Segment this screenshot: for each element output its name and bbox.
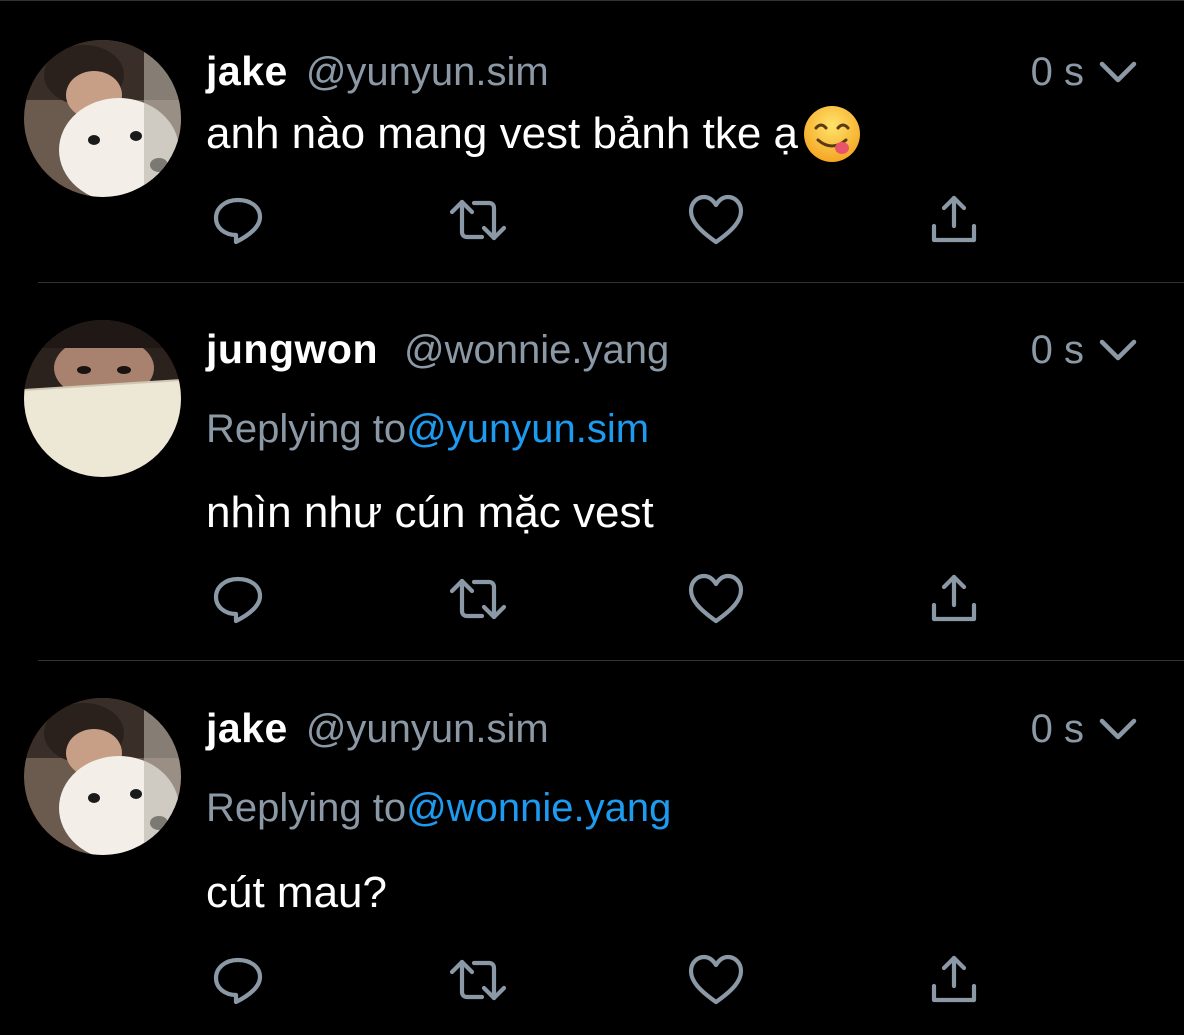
- share-icon: [931, 955, 977, 1003]
- share-button[interactable]: [924, 950, 984, 1010]
- tweet-text-row: anh nào mang vest bảnh tke ạ: [206, 104, 862, 164]
- like-button[interactable]: [686, 569, 746, 629]
- chevron-down-icon[interactable]: [1098, 709, 1138, 749]
- like-button[interactable]: [686, 950, 746, 1010]
- tweet-text: nhìn như cún mặc vest: [206, 488, 654, 537]
- share-icon: [931, 195, 977, 243]
- reply-mention-link[interactable]: @yunyun.sim: [406, 407, 649, 451]
- user-handle[interactable]: @wonnie.yang: [404, 328, 669, 373]
- share-icon: [931, 574, 977, 622]
- avatar-jake[interactable]: [24, 698, 181, 855]
- tweet-header: jungwon @wonnie.yang: [206, 326, 669, 376]
- user-handle[interactable]: @yunyun.sim: [306, 707, 549, 752]
- tweet-actions: [206, 190, 996, 250]
- reply-bubble-icon: [213, 957, 263, 1005]
- reply-bubble-icon: [213, 576, 263, 624]
- display-name[interactable]: jungwon: [206, 326, 378, 373]
- retweet-icon: [449, 578, 507, 620]
- tweet-header: jake @yunyun.sim: [206, 705, 549, 755]
- reply-button[interactable]: [208, 569, 268, 629]
- tweet-text-row: nhìn như cún mặc vest: [206, 483, 654, 543]
- tweet-text: anh nào mang vest bảnh tke ạ: [206, 109, 798, 158]
- display-name[interactable]: jake: [206, 48, 288, 95]
- reply-mention-link[interactable]: @wonnie.yang: [406, 786, 671, 830]
- replying-to-label: Replying to: [206, 407, 407, 451]
- tweet-actions: [206, 950, 996, 1010]
- avatar-jungwon[interactable]: [24, 320, 181, 477]
- tweet-2[interactable]: jungwon @wonnie.yang 0 s Replying to@yun…: [0, 283, 1184, 660]
- retweet-icon: [449, 959, 507, 1001]
- reply-button[interactable]: [208, 190, 268, 250]
- heart-icon: [688, 954, 744, 1005]
- timestamp: 0 s: [1030, 328, 1084, 372]
- tweet-actions: [206, 569, 996, 629]
- avatar-jake[interactable]: [24, 40, 181, 197]
- replying-to: Replying to@yunyun.sim: [206, 407, 649, 452]
- chevron-down-icon[interactable]: [1098, 52, 1138, 92]
- face-savoring-food-emoji: [802, 104, 862, 164]
- tweet-text: cút mau?: [206, 868, 387, 917]
- heart-icon: [688, 573, 744, 624]
- share-button[interactable]: [924, 190, 984, 250]
- tweet-header: jake @yunyun.sim: [206, 48, 549, 98]
- retweet-button[interactable]: [448, 569, 508, 629]
- reply-button[interactable]: [208, 950, 268, 1010]
- heart-icon: [688, 194, 744, 245]
- retweet-button[interactable]: [448, 950, 508, 1010]
- like-button[interactable]: [686, 190, 746, 250]
- tweet-text-row: cút mau?: [206, 863, 387, 923]
- tweet-3[interactable]: jake @yunyun.sim 0 s Replying to@wonnie.…: [0, 661, 1184, 1035]
- timestamp: 0 s: [1030, 50, 1084, 94]
- replying-to: Replying to@wonnie.yang: [206, 786, 671, 831]
- retweet-button[interactable]: [448, 190, 508, 250]
- replying-to-label: Replying to: [206, 786, 407, 830]
- display-name[interactable]: jake: [206, 705, 288, 752]
- retweet-icon: [449, 199, 507, 241]
- reply-bubble-icon: [213, 197, 263, 245]
- timestamp: 0 s: [1030, 707, 1084, 751]
- tweet-1[interactable]: jake @yunyun.sim 0 s anh nào mang vest b…: [0, 0, 1184, 282]
- share-button[interactable]: [924, 569, 984, 629]
- user-handle[interactable]: @yunyun.sim: [306, 50, 549, 95]
- chevron-down-icon[interactable]: [1098, 330, 1138, 370]
